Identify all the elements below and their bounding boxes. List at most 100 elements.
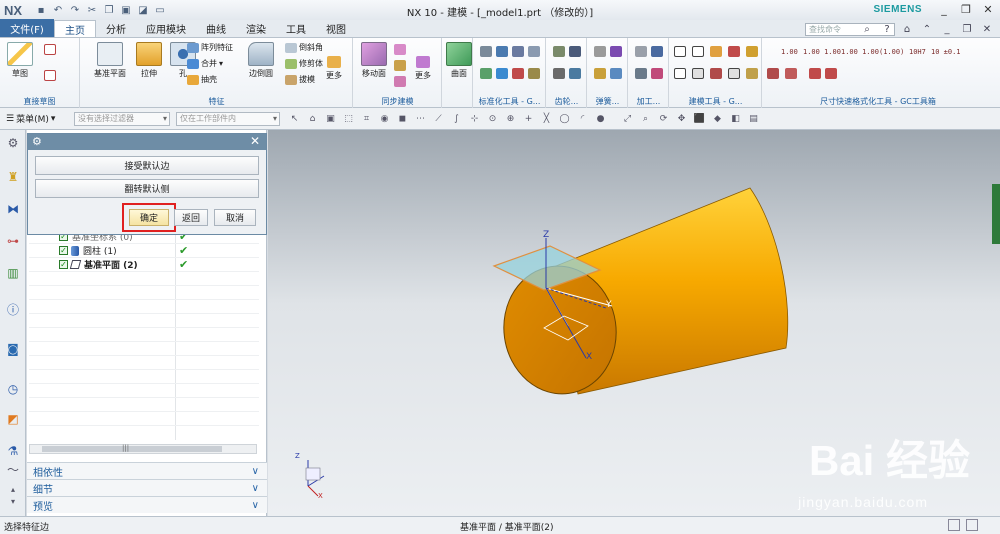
restore-doc-icon[interactable]: ❐ xyxy=(960,22,974,36)
snap-intersection-icon[interactable]: ╳ xyxy=(540,112,553,125)
pin-icon[interactable] xyxy=(480,68,492,79)
snap-existing-icon[interactable]: ● xyxy=(594,112,607,125)
dim-style-icon[interactable] xyxy=(767,68,779,79)
scope-filter-select[interactable]: 仅在工作部件内 xyxy=(176,111,280,126)
dim-angle-icon[interactable] xyxy=(785,68,797,79)
section-preview[interactable]: 预览 ∨ xyxy=(27,496,267,513)
restore-icon[interactable]: ❐ xyxy=(958,2,974,16)
section-dependencies[interactable]: 相依性 ∨ xyxy=(27,462,267,479)
dim-label[interactable]: 10 ±0.1 xyxy=(931,48,961,56)
rectangle-select-icon[interactable]: ⬚ xyxy=(342,112,355,125)
shell-button[interactable]: 抽壳 xyxy=(187,74,217,85)
scrollbar-thumb[interactable] xyxy=(42,446,222,452)
helical-gear-icon[interactable] xyxy=(569,46,581,57)
dim-label[interactable]: 1.00 1.00 xyxy=(841,48,879,56)
surface-button[interactable]: 曲面 xyxy=(441,42,477,79)
flip-default-side-button[interactable]: 翻转默认侧 xyxy=(35,179,259,198)
move-face-button[interactable]: 移动面 xyxy=(356,42,392,79)
rectangle-icon[interactable] xyxy=(44,70,56,81)
compression-spring-icon[interactable] xyxy=(594,46,606,57)
hd3d-tools-icon[interactable]: ⓘ xyxy=(4,300,22,318)
unite-dropdown-icon[interactable]: ▾ xyxy=(219,59,223,68)
checkbox-icon[interactable]: ✓ xyxy=(59,260,68,269)
view-select-icon[interactable]: ◉ xyxy=(378,112,391,125)
slot-icon[interactable] xyxy=(651,46,663,57)
star-tool-icon[interactable] xyxy=(746,46,758,57)
screw-icon[interactable] xyxy=(528,46,540,57)
fit-view-icon[interactable]: ⤢ xyxy=(621,112,634,125)
snap-quadrant-icon[interactable]: ⊕ xyxy=(504,112,517,125)
tab-render[interactable]: 渲染 xyxy=(236,20,276,37)
snap-curve-icon[interactable]: ∫ xyxy=(450,112,463,125)
datum-plane-button[interactable]: 基准平面 xyxy=(87,42,133,79)
history-icon[interactable]: ◷ xyxy=(4,380,22,398)
nut-icon[interactable] xyxy=(496,46,508,57)
system-materials-icon[interactable]: ◩ xyxy=(4,410,22,428)
replace-face-icon[interactable] xyxy=(394,76,406,87)
snap-arc-icon[interactable]: ◜ xyxy=(576,112,589,125)
help-icon[interactable]: ? xyxy=(880,22,894,36)
dim-tolerance-icon[interactable] xyxy=(825,68,837,79)
spur-gear-icon[interactable] xyxy=(553,46,565,57)
status-fullscreen-icon[interactable] xyxy=(966,519,978,531)
layer-icon[interactable]: ▤ xyxy=(747,112,760,125)
pattern-feature-button[interactable]: 阵列特征 xyxy=(187,42,233,53)
tab-analysis[interactable]: 分析 xyxy=(96,20,136,37)
orient-view-icon[interactable]: ⬛ xyxy=(693,112,706,125)
dim-label[interactable]: 1.00 1.00 xyxy=(803,48,841,56)
trim-body-button[interactable]: 修剪体 xyxy=(285,58,323,69)
deselect-icon[interactable]: ⌗ xyxy=(360,112,373,125)
web-browser-icon[interactable]: ◙ xyxy=(4,340,22,358)
table-row[interactable]: ✓ 圆柱 (1) ✔ xyxy=(29,244,259,258)
search-icon[interactable]: ⌕ xyxy=(860,22,874,36)
washer-icon[interactable] xyxy=(512,46,524,57)
delete-tool-icon[interactable] xyxy=(728,46,740,57)
home-icon[interactable]: ⌂ xyxy=(900,22,914,36)
zoom-icon[interactable]: ⌕ xyxy=(639,112,652,125)
disc-spring-icon[interactable] xyxy=(594,68,606,79)
worm-gear-icon[interactable] xyxy=(569,68,581,79)
part-navigator-icon[interactable]: ⊶ xyxy=(4,232,22,250)
checkbox-icon[interactable]: ✓ xyxy=(59,246,68,255)
tab-home[interactable]: 主页 xyxy=(54,20,96,37)
dim-label[interactable]: 10H7 xyxy=(909,48,926,56)
cylinder-body[interactable] xyxy=(496,187,789,401)
save-icon[interactable]: ▪ xyxy=(34,3,48,17)
extrude-button[interactable]: 拉伸 xyxy=(131,42,167,79)
cut-icon[interactable]: ✂ xyxy=(85,3,99,17)
offset-region-icon[interactable] xyxy=(394,60,406,71)
key-icon[interactable] xyxy=(528,68,540,79)
collapse-ribbon-icon[interactable]: ⌃ xyxy=(920,22,934,36)
feature-filter-icon[interactable]: ⌂ xyxy=(306,112,319,125)
draft-button[interactable]: 拔模 xyxy=(285,74,315,85)
torsion-spring-icon[interactable] xyxy=(610,68,622,79)
paste-icon[interactable]: ▣ xyxy=(119,3,133,17)
tab-curve[interactable]: 曲线 xyxy=(196,20,236,37)
render-style-icon[interactable]: ◆ xyxy=(711,112,724,125)
pull-face-icon[interactable] xyxy=(394,44,406,55)
ring-icon[interactable] xyxy=(512,68,524,79)
dialog-settings-icon[interactable]: ⚙ xyxy=(32,135,42,148)
touch-mode-icon[interactable]: ◪ xyxy=(136,3,150,17)
horizontal-scrollbar[interactable]: ||| xyxy=(29,444,257,454)
shaded-view-icon[interactable]: ◼ xyxy=(396,112,409,125)
reuse-library-icon[interactable]: ▥ xyxy=(4,264,22,282)
type-filter-select[interactable]: 没有选择过滤器 xyxy=(74,111,170,126)
grid-icon[interactable] xyxy=(692,46,704,57)
tension-spring-icon[interactable] xyxy=(610,46,622,57)
tab-view[interactable]: 视图 xyxy=(316,20,356,37)
measure-tool-icon[interactable] xyxy=(710,68,722,79)
tab-application[interactable]: 应用模块 xyxy=(136,20,196,37)
unite-button[interactable]: 合并 ▾ xyxy=(187,58,223,69)
groove-icon[interactable] xyxy=(635,46,647,57)
back-button[interactable]: 返回 xyxy=(174,209,208,226)
rotate-icon[interactable]: ⟳ xyxy=(657,112,670,125)
copy-icon[interactable]: ❐ xyxy=(102,3,116,17)
table-icon[interactable] xyxy=(674,68,686,79)
selection-icon[interactable]: ↖ xyxy=(288,112,301,125)
snap-center-icon[interactable]: ⊙ xyxy=(486,112,499,125)
pan-icon[interactable]: ✥ xyxy=(675,112,688,125)
bolt-icon[interactable] xyxy=(480,46,492,57)
knurl-icon[interactable] xyxy=(651,68,663,79)
roles-icon[interactable]: 〜 xyxy=(4,460,22,478)
